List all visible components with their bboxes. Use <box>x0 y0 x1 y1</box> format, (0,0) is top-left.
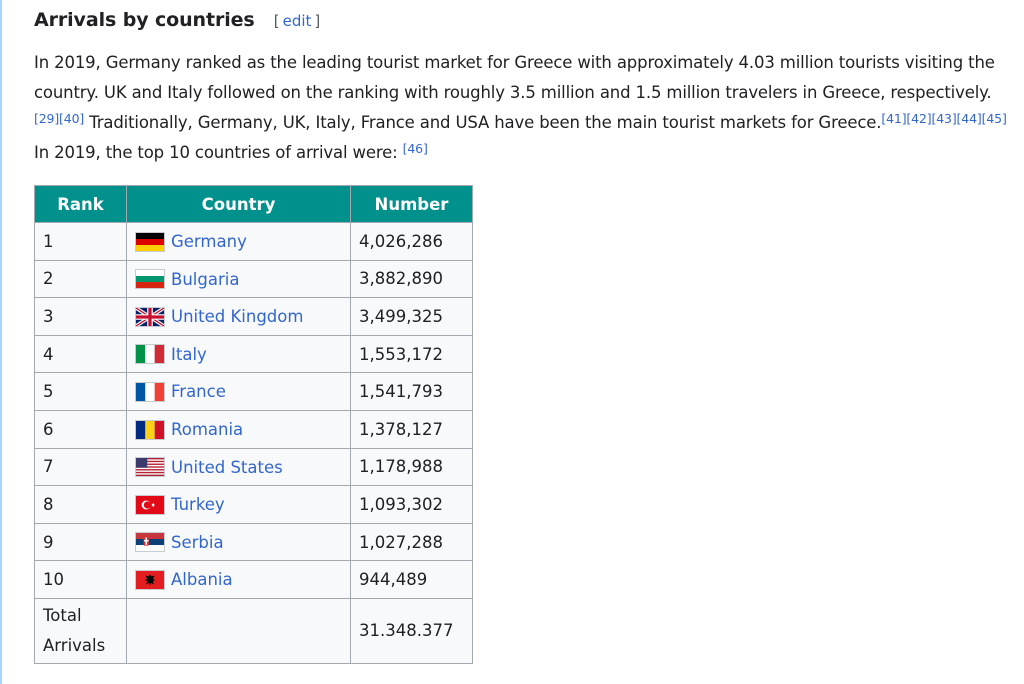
table-row: 9 Serbia 1,027,288 <box>34 522 473 562</box>
germany-flag-icon[interactable] <box>135 231 165 252</box>
rank-cell: 9 <box>34 522 127 562</box>
table-row: 10 Albania 944,489 <box>34 560 473 599</box>
table-row: 2 Bulgaria 3,882,890 <box>34 259 473 299</box>
country-link[interactable]: Turkey <box>171 495 225 514</box>
number-cell: 1,378,127 <box>350 409 473 449</box>
total-label-line2: Arrivals <box>43 635 106 655</box>
serbia-flag-icon[interactable] <box>135 532 165 553</box>
country-link[interactable]: France <box>171 382 226 401</box>
country-cell: United Kingdom <box>126 297 351 336</box>
header-country[interactable]: Country <box>126 185 351 223</box>
country-link[interactable]: United Kingdom <box>171 307 303 326</box>
paragraph-text-1: In 2019, Germany ranked as the leading t… <box>34 53 995 102</box>
rank-cell: 5 <box>34 372 127 411</box>
paragraph-text-3: In 2019, the top 10 countries of arrival… <box>34 143 403 162</box>
bulgaria-flag-icon[interactable] <box>135 269 165 290</box>
edit-bracket-open: [ <box>273 12 280 30</box>
table-row: 8 Turkey 1,093,302 <box>34 485 473 524</box>
total-number-cell: 31.348.377 <box>350 597 473 664</box>
section-title: Arrivals by countries <box>34 9 255 31</box>
page-left-border <box>0 0 2 684</box>
header-number[interactable]: Number <box>350 185 473 223</box>
arrivals-table: Rank Country Number 1 Germany 4,026,286 2 Bu… <box>34 185 473 664</box>
rank-cell: 4 <box>34 334 127 374</box>
table-header-row: Rank Country Number <box>34 185 473 223</box>
country-link[interactable]: Bulgaria <box>171 270 239 289</box>
table-row: 3 United Kingdom 3,499,325 <box>34 297 473 336</box>
intro-paragraph: In 2019, Germany ranked as the leading t… <box>34 48 1009 168</box>
number-cell: 1,553,172 <box>350 334 473 374</box>
country-link[interactable]: Italy <box>171 345 207 364</box>
table-row: 1 Germany 4,026,286 <box>34 222 473 261</box>
number-cell: 1,541,793 <box>350 372 473 411</box>
rank-cell: 2 <box>34 259 127 299</box>
reference-link-2[interactable]: [41][42][43][44][45] <box>881 111 1006 126</box>
table-body: 1 Germany 4,026,286 2 Bulgaria 3,882,890 3 Unit… <box>34 222 473 664</box>
country-cell: Germany <box>126 222 351 261</box>
rank-cell: 1 <box>34 222 127 261</box>
country-cell: Albania <box>126 560 351 599</box>
rank-cell: 3 <box>34 297 127 336</box>
total-label-line1: Total <box>43 605 82 625</box>
table-row: 6 Romania 1,378,127 <box>34 409 473 449</box>
france-flag-icon[interactable] <box>135 381 165 402</box>
country-cell: Turkey <box>126 485 351 524</box>
edit-bracket-close: ] <box>314 12 321 30</box>
rank-cell: 8 <box>34 485 127 524</box>
number-cell: 1,178,988 <box>350 447 473 487</box>
table-row: 5 France 1,541,793 <box>34 372 473 411</box>
romania-flag-icon[interactable] <box>135 419 165 440</box>
edit-section-link[interactable]: edit <box>283 12 312 30</box>
number-cell: 3,882,890 <box>350 259 473 299</box>
country-cell: France <box>126 372 351 411</box>
rank-cell: 7 <box>34 447 127 487</box>
number-cell: 4,026,286 <box>350 222 473 261</box>
country-link[interactable]: Romania <box>171 420 243 439</box>
number-cell: 1,093,302 <box>350 485 473 524</box>
country-link[interactable]: Germany <box>171 232 247 251</box>
country-cell: Bulgaria <box>126 259 351 299</box>
rank-cell: 10 <box>34 560 127 599</box>
number-cell: 1,027,288 <box>350 522 473 562</box>
paragraph-text-2: Traditionally, Germany, UK, Italy, Franc… <box>84 113 882 132</box>
edit-section-link-group: [edit] <box>274 12 321 30</box>
country-cell: Serbia <box>126 522 351 562</box>
total-label-cell: Total Arrivals <box>34 597 127 664</box>
italy-flag-icon[interactable] <box>135 344 165 365</box>
rank-cell: 6 <box>34 409 127 449</box>
total-empty-cell <box>126 597 351 664</box>
table-row: 4 Italy 1,553,172 <box>34 334 473 374</box>
country-cell: Romania <box>126 409 351 449</box>
reference-link-1[interactable]: [29][40] <box>34 111 84 126</box>
country-cell: Italy <box>126 334 351 374</box>
reference-link-3[interactable]: [46] <box>403 141 428 156</box>
albania-flag-icon[interactable] <box>135 569 165 590</box>
country-link[interactable]: Albania <box>171 570 233 589</box>
country-link[interactable]: United States <box>171 458 283 477</box>
usa-flag-icon[interactable] <box>135 457 165 478</box>
total-row: Total Arrivals 31.348.377 <box>34 597 473 664</box>
number-cell: 944,489 <box>350 560 473 599</box>
uk-flag-icon[interactable] <box>135 306 165 327</box>
header-rank[interactable]: Rank <box>34 185 127 223</box>
section-heading-row: Arrivals by countries [edit] <box>34 9 320 37</box>
country-link[interactable]: Serbia <box>171 533 224 552</box>
table-row: 7 United States 1,178,988 <box>34 447 473 487</box>
turkey-flag-icon[interactable] <box>135 494 165 515</box>
number-cell: 3,499,325 <box>350 297 473 336</box>
country-cell: United States <box>126 447 351 487</box>
